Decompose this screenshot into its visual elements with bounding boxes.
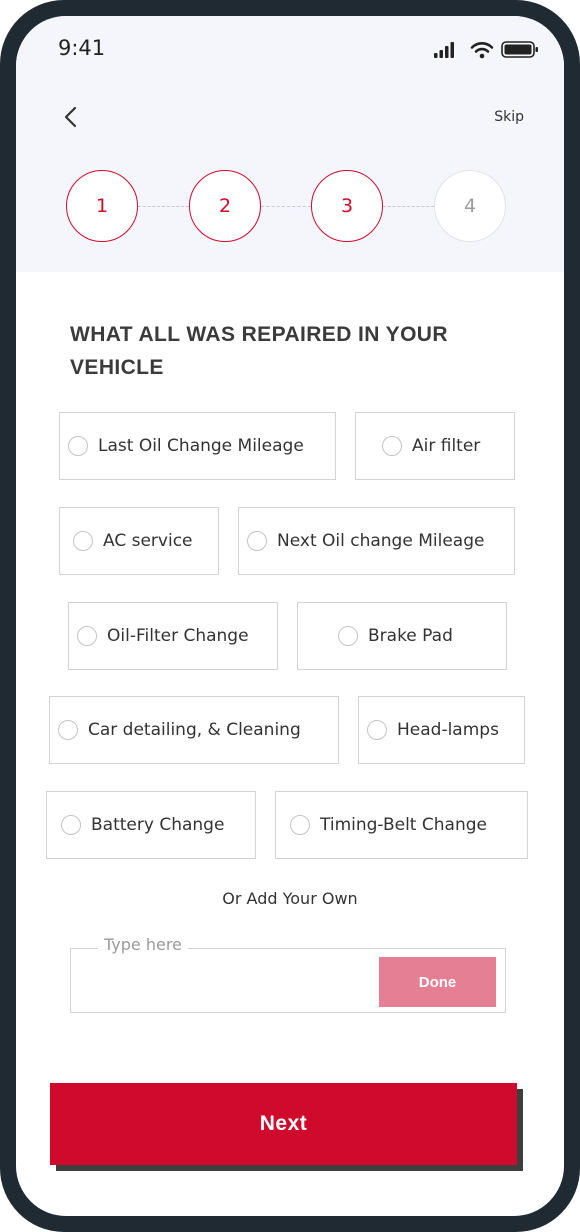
step-1: 1 bbox=[66, 170, 138, 242]
radio-icon bbox=[367, 720, 387, 740]
option-label: Last Oil Change Mileage bbox=[98, 436, 304, 456]
option-brake-pad[interactable]: Brake Pad bbox=[297, 602, 507, 670]
status-time: 9:41 bbox=[58, 36, 106, 60]
wifi-icon bbox=[470, 42, 494, 59]
radio-icon bbox=[61, 815, 81, 835]
radio-icon bbox=[77, 626, 97, 646]
step-4: 4 bbox=[434, 170, 506, 242]
done-button[interactable]: Done bbox=[379, 957, 496, 1007]
custom-entry-placeholder: Type here bbox=[98, 935, 188, 954]
chevron-left-icon bbox=[64, 106, 77, 128]
radio-icon bbox=[247, 531, 267, 551]
option-battery-change[interactable]: Battery Change bbox=[46, 791, 256, 859]
radio-icon bbox=[73, 531, 93, 551]
option-label: Next Oil change Mileage bbox=[277, 531, 485, 551]
option-ac-service[interactable]: AC service bbox=[59, 507, 219, 575]
radio-icon bbox=[382, 436, 402, 456]
radio-icon bbox=[58, 720, 78, 740]
option-car-detailing-cleaning[interactable]: Car detailing, & Cleaning bbox=[49, 696, 339, 764]
radio-icon bbox=[338, 626, 358, 646]
option-label: Brake Pad bbox=[368, 626, 453, 646]
option-next-oil-change-mileage[interactable]: Next Oil change Mileage bbox=[238, 507, 515, 575]
option-label: Timing-Belt Change bbox=[320, 815, 487, 835]
phone-screen: 9:41 Skip 1 2 3 4 WHAT ALL WAS REPAIRED … bbox=[16, 16, 564, 1216]
skip-button[interactable]: Skip bbox=[494, 109, 524, 125]
option-label: Air filter bbox=[412, 436, 481, 456]
back-button[interactable] bbox=[56, 102, 86, 132]
battery-icon bbox=[501, 41, 538, 58]
signal-icon bbox=[434, 42, 454, 58]
phone-frame: 9:41 Skip 1 2 3 4 WHAT ALL WAS REPAIRED … bbox=[0, 0, 580, 1232]
page-title: WHAT ALL WAS REPAIRED IN YOUR VEHICLE bbox=[70, 323, 448, 379]
step-connector bbox=[138, 206, 189, 207]
progress-stepper: 1 2 3 4 bbox=[66, 170, 508, 246]
step-2: 2 bbox=[189, 170, 261, 242]
radio-icon bbox=[68, 436, 88, 456]
option-last-oil-change-mileage[interactable]: Last Oil Change Mileage bbox=[59, 412, 336, 480]
option-label: AC service bbox=[103, 531, 193, 551]
step-3: 3 bbox=[311, 170, 383, 242]
option-label: Oil-Filter Change bbox=[107, 626, 249, 646]
add-own-label: Or Add Your Own bbox=[222, 889, 358, 908]
option-label: Head-lamps bbox=[397, 720, 499, 740]
radio-icon bbox=[290, 815, 310, 835]
step-connector bbox=[261, 206, 311, 207]
status-icons bbox=[432, 40, 542, 60]
custom-entry-input[interactable] bbox=[76, 958, 380, 1004]
option-oil-filter-change[interactable]: Oil-Filter Change bbox=[68, 602, 278, 670]
header-area: 9:41 Skip 1 2 3 4 bbox=[16, 16, 564, 272]
option-label: Battery Change bbox=[91, 815, 225, 835]
option-air-filter[interactable]: Air filter bbox=[355, 412, 515, 480]
next-button[interactable]: Next bbox=[50, 1083, 517, 1165]
option-label: Car detailing, & Cleaning bbox=[88, 720, 301, 740]
step-connector bbox=[383, 206, 434, 207]
option-timing-belt-change[interactable]: Timing-Belt Change bbox=[275, 791, 528, 859]
option-head-lamps[interactable]: Head-lamps bbox=[358, 696, 525, 764]
